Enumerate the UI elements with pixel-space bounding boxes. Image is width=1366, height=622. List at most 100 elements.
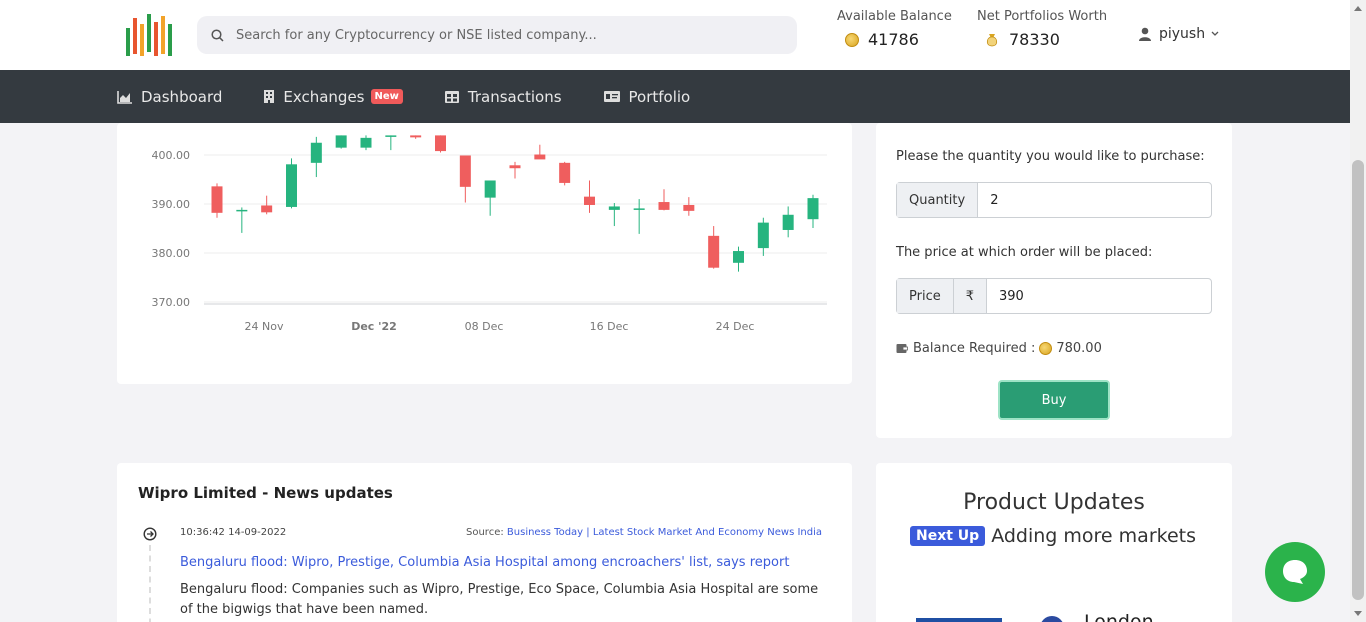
building-icon [264, 90, 275, 103]
candle-body[interactable] [335, 135, 347, 148]
exchange-logos: London [916, 611, 1154, 622]
candle-body[interactable] [782, 214, 794, 230]
news-title: Wipro Limited - News updates [138, 484, 393, 502]
user-menu[interactable]: piyush [1138, 26, 1219, 42]
chat-button[interactable] [1265, 542, 1325, 602]
scrollbar-thumb[interactable] [1352, 160, 1364, 600]
candle-body[interactable] [211, 186, 223, 213]
x-tick-label: Dec '22 [351, 320, 397, 333]
chart-area-icon [117, 90, 132, 104]
candle-body[interactable] [236, 209, 248, 212]
balance-required-label: Balance Required : [913, 341, 1036, 356]
chat-bubble-icon [1283, 560, 1307, 584]
nav-dashboard[interactable]: Dashboard [117, 88, 222, 106]
candle-body[interactable] [459, 155, 471, 187]
app-logo[interactable] [126, 14, 172, 56]
quantity-input-group: Quantity 2 [896, 182, 1212, 218]
timeline-line [149, 545, 151, 622]
nav-exchanges-label: Exchanges [283, 87, 365, 106]
candle-body[interactable] [286, 164, 297, 207]
nav-exchanges[interactable]: Exchanges New [263, 88, 403, 106]
price-prompt: The price at which order will be placed: [896, 245, 1153, 260]
nav-portfolio[interactable]: Portfolio [603, 87, 691, 106]
candle-body[interactable] [658, 202, 670, 210]
candle-body[interactable] [435, 135, 446, 152]
price-input-group: Price ₹ 390 [896, 278, 1212, 314]
candle-body[interactable] [807, 198, 819, 220]
nav-transactions-label: Transactions [467, 87, 562, 106]
candle-body[interactable] [584, 196, 595, 205]
available-balance-label: Available Balance [837, 9, 952, 24]
scroll-up-arrow-icon[interactable] [1354, 6, 1362, 11]
coin-icon [845, 32, 859, 47]
candle-body[interactable] [757, 222, 769, 249]
balance-required: Balance Required : 780.00 [896, 341, 1102, 356]
search-input[interactable]: Search for any Cryptocurrency or NSE lis… [197, 16, 797, 54]
new-badge: New [370, 89, 403, 104]
candle-body[interactable] [360, 137, 372, 148]
candle-body[interactable] [534, 154, 546, 160]
candlestick-chart[interactable]: 400.00 390.00 380.00 370.00 24 Nov Dec '22 08… [117, 123, 852, 384]
search-icon [211, 28, 224, 42]
main-nav: Dashboard Exchanges New Transactions Por… [0, 70, 1350, 123]
next-up-badge: Next Up [910, 526, 986, 546]
candle-body[interactable] [484, 180, 496, 198]
nav-portfolio-label: Portfolio [628, 87, 691, 106]
news-time: 10:36:42 14-09-2022 [180, 527, 287, 538]
news-card: Wipro Limited - News updates 10:36:42 14… [117, 463, 852, 622]
news-headline-link[interactable]: Bengaluru flood: Wipro, Prestige, Columb… [180, 555, 789, 570]
candle-body[interactable] [683, 204, 695, 211]
product-updates-card: Product Updates Next Up Adding more mark… [876, 463, 1232, 622]
net-worth-label: Net Portfolios Worth [977, 9, 1108, 24]
candle-body[interactable] [410, 135, 422, 138]
order-form-card: Please the quantity you would like to pu… [876, 123, 1232, 438]
candle-body[interactable] [633, 208, 645, 210]
quantity-label: Quantity [897, 183, 979, 217]
next-up-text: Adding more markets [991, 525, 1196, 547]
news-description: Bengaluru flood: Companies such as Wipro… [180, 582, 819, 617]
user-icon [1139, 27, 1151, 41]
price-chart-card: 400.00 390.00 380.00 370.00 24 Nov Dec '22 08… [117, 123, 852, 384]
candle-body[interactable] [310, 142, 322, 163]
x-tick-label: 24 Dec [716, 320, 755, 333]
x-tick-label: 08 Dec [465, 320, 504, 333]
balance-required-value: 780.00 [1056, 341, 1102, 356]
net-worth-value: 78330 [1009, 30, 1060, 49]
nav-transactions[interactable]: Transactions [444, 88, 562, 106]
top-bar: Search for any Cryptocurrency or NSE lis… [0, 0, 1366, 70]
news-source-label: Source: [466, 527, 504, 538]
candle-body[interactable] [608, 206, 620, 210]
search-placeholder: Search for any Cryptocurrency or NSE lis… [236, 27, 597, 43]
next-up-line: Next Up Adding more markets [910, 525, 1196, 547]
available-balance: Available Balance 41786 [837, 9, 952, 49]
y-tick-label: 380.00 [152, 247, 191, 260]
candle-body[interactable] [559, 162, 571, 183]
x-tick-label: 24 Nov [245, 320, 284, 333]
scroll-down-arrow-icon[interactable] [1354, 611, 1362, 616]
candle-body[interactable] [708, 235, 720, 268]
price-label: Price [897, 279, 954, 313]
money-bag-icon [986, 33, 998, 46]
candle-body[interactable] [733, 251, 744, 263]
username: piyush [1159, 26, 1206, 42]
wallet-icon [896, 344, 908, 353]
nav-dashboard-label: Dashboard [141, 87, 223, 106]
quantity-prompt: Please the quantity you would like to pu… [896, 149, 1205, 164]
buy-button[interactable]: Buy [998, 380, 1110, 420]
price-input[interactable]: 390 [987, 279, 1211, 313]
news-source-link[interactable]: Business Today | Latest Stock Market And… [507, 527, 822, 538]
candle-body[interactable] [385, 135, 397, 137]
news-source: Source: Business Today | Latest Stock Ma… [466, 527, 822, 538]
quantity-input[interactable]: 2 [978, 183, 1211, 217]
candle-body[interactable] [261, 205, 273, 213]
id-card-icon [603, 91, 620, 102]
rupee-symbol: ₹ [953, 279, 987, 313]
y-tick-label: 370.00 [152, 296, 191, 309]
y-tick-label: 390.00 [152, 198, 191, 211]
net-portfolio-worth: Net Portfolios Worth 78330 [977, 9, 1107, 49]
page-scrollbar[interactable] [1350, 0, 1366, 622]
x-tick-label: 16 Dec [590, 320, 629, 333]
y-tick-label: 400.00 [152, 149, 191, 162]
chevron-down-icon [1211, 31, 1219, 36]
candle-body[interactable] [509, 165, 521, 169]
